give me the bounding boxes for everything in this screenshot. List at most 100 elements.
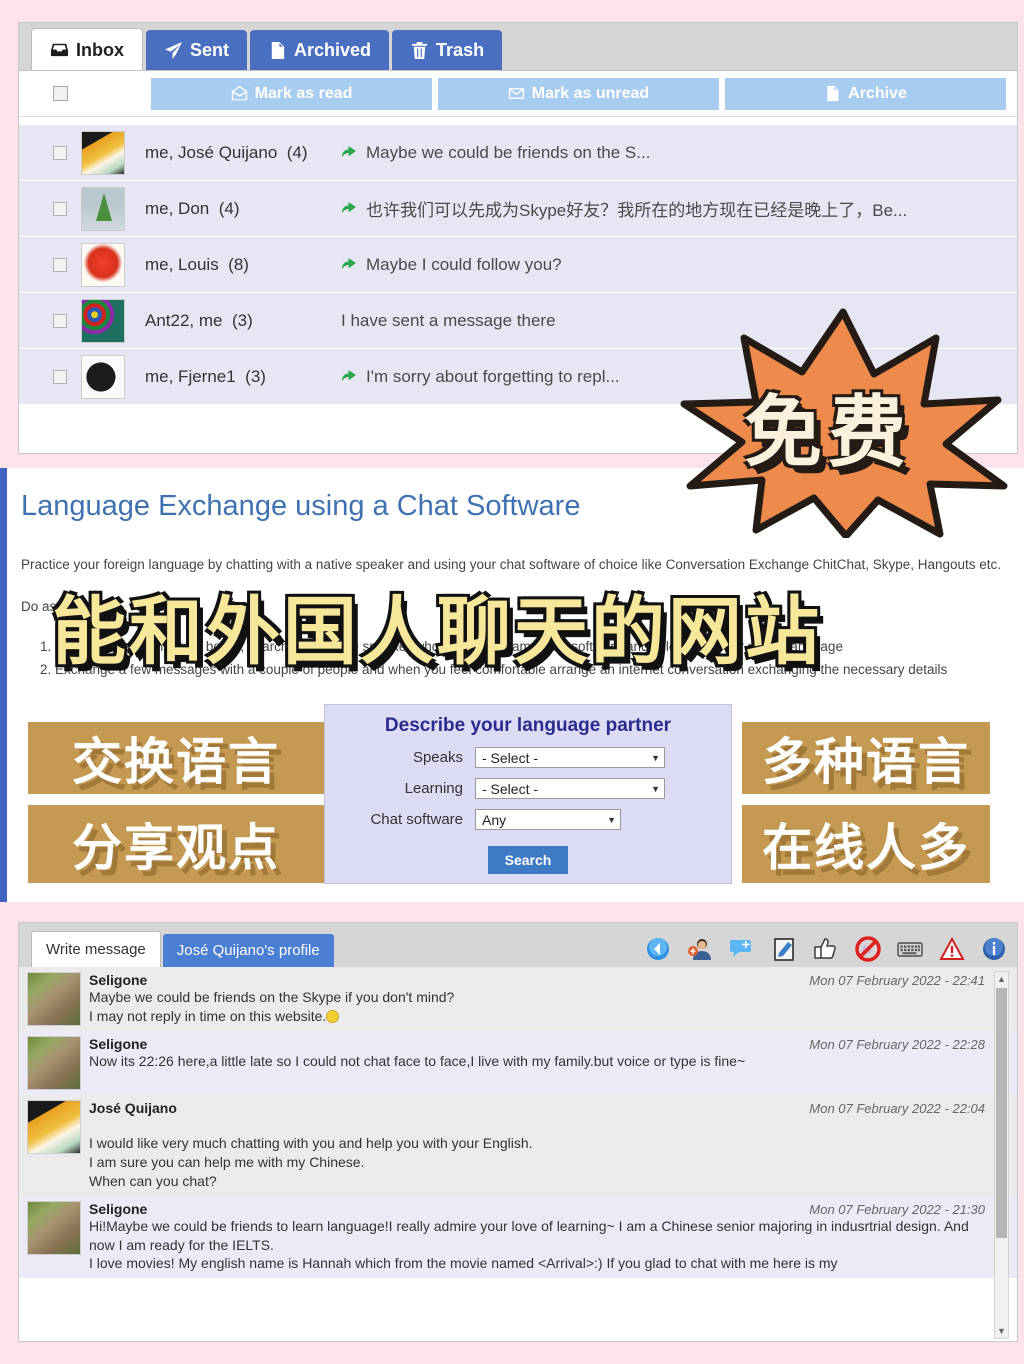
message-line-text: I may not reply in time on this website. — [89, 1007, 327, 1024]
row-checkbox[interactable] — [53, 313, 67, 328]
row-preview: 也许我们可以先成为Skype好友？我所在的地方现在已经是晚上了，Be... — [341, 196, 907, 221]
message-line: Now its 22:26 here,a little late so I co… — [89, 1053, 746, 1069]
reply-arrow-icon — [341, 369, 358, 384]
learning-label: Learning — [404, 780, 463, 797]
table-row[interactable]: me, Don (4) 也许我们可以先成为Skype好友？我所在的地方现在已经是… — [19, 181, 1017, 237]
chat-software-row: Chat software Any ▼ — [325, 809, 731, 830]
report-warning-icon[interactable] — [939, 936, 965, 962]
tab-inbox-label: Inbox — [76, 39, 124, 60]
tab-user-profile[interactable]: José Quijano's profile — [162, 934, 334, 967]
mark-as-read-button[interactable]: Mark as read — [150, 76, 433, 111]
scrollbar-thumb[interactable] — [996, 988, 1007, 1238]
tab-archived-label: Archived — [294, 40, 372, 60]
avatar — [81, 354, 125, 399]
conversation-panel: Write message José Quijano's profile Sel… — [18, 922, 1018, 1342]
band-sticker-2: 分享观点 — [28, 805, 324, 883]
tab-trash[interactable]: Trash — [392, 30, 503, 70]
preview-text: Maybe we could be friends on the S... — [366, 142, 651, 162]
participants-text: Ant22, me — [145, 310, 223, 330]
tab-archived[interactable]: Archived — [250, 30, 390, 70]
search-partner-form: Describe your language partner Speaks - … — [324, 704, 732, 884]
message-timestamp: Mon 07 February 2022 - 22:41 — [809, 973, 985, 988]
chevron-down-icon: ▼ — [607, 814, 616, 825]
preview-text: I have sent a message there — [341, 310, 556, 330]
scroll-up-icon[interactable]: ▲ — [995, 972, 1008, 986]
mark-as-unread-button[interactable]: Mark as unread — [437, 76, 720, 111]
avatar — [81, 298, 125, 343]
band-sticker-1-text: 交换语言 — [72, 733, 280, 791]
band-sticker-4-text: 在线人多 — [762, 819, 970, 877]
add-chat-icon[interactable] — [729, 936, 755, 962]
scroll-down-icon[interactable]: ▼ — [995, 1324, 1008, 1338]
back-arrow-icon[interactable] — [645, 936, 671, 962]
message-count: (3) — [231, 310, 253, 330]
search-button[interactable]: Search — [488, 846, 568, 874]
keyboard-icon[interactable] — [897, 936, 923, 962]
chat-software-value: Any — [482, 811, 507, 828]
reply-arrow-icon — [341, 145, 358, 160]
row-checkbox[interactable] — [53, 257, 67, 272]
row-checkbox[interactable] — [53, 201, 67, 216]
conversation-toolbar — [645, 936, 1007, 967]
message-timestamp: Mon 07 February 2022 - 22:28 — [809, 1037, 985, 1052]
chat-software-label: Chat software — [370, 811, 463, 828]
message-count: (4) — [218, 198, 240, 218]
avatar — [27, 972, 81, 1026]
row-preview: Maybe I could follow you? — [341, 255, 562, 275]
preview-text: 也许我们可以先成为Skype好友？我所在的地方现在已经是晚上了，Be... — [366, 201, 908, 220]
table-row[interactable]: me, Louis (8) Maybe I could follow you? — [19, 237, 1017, 293]
chat-software-select[interactable]: Any ▼ — [475, 809, 621, 830]
tab-sent[interactable]: Sent — [146, 30, 248, 70]
table-row[interactable]: Ant22, me (3) I have sent a message ther… — [19, 293, 1017, 349]
info-icon[interactable] — [981, 936, 1007, 962]
table-row[interactable]: me, José Quijano (4) Maybe we could be f… — [19, 125, 1017, 181]
message-line: I am sure you can help me with my Chines… — [89, 1153, 365, 1170]
tab-inbox[interactable]: Inbox — [31, 28, 143, 70]
message-count: (8) — [228, 254, 249, 274]
band-sticker-3-text: 多种语言 — [762, 733, 970, 791]
avatar — [27, 1100, 81, 1154]
edit-note-icon[interactable] — [771, 936, 797, 962]
list-item: Seligone Maybe we could be friends on th… — [19, 967, 1017, 1031]
list-item: José Quijano I would like very much chat… — [19, 1095, 1017, 1196]
envelope-closed-icon — [508, 85, 525, 102]
row-preview: I have sent a message there — [341, 311, 556, 331]
tab-write-message[interactable]: Write message — [31, 931, 161, 967]
speaks-select[interactable]: - Select - ▼ — [475, 747, 665, 768]
row-checkbox[interactable] — [53, 145, 67, 160]
conversation-messages: Seligone Maybe we could be friends on th… — [19, 967, 1017, 1341]
file-archive-icon — [824, 85, 841, 102]
conversation-tab-bar: Write message José Quijano's profile — [19, 923, 1017, 967]
band-sticker-4: 在线人多 — [742, 805, 990, 883]
row-checkbox[interactable] — [53, 369, 67, 384]
tab-sent-label: Sent — [190, 40, 230, 60]
learning-select[interactable]: - Select - ▼ — [475, 778, 665, 799]
archive-button[interactable]: Archive — [724, 76, 1007, 111]
band-sticker-1: 交换语言 — [28, 722, 324, 794]
message-list: me, José Quijano (4) Maybe we could be f… — [19, 117, 1017, 405]
add-friend-icon[interactable] — [687, 936, 713, 962]
chevron-down-icon: ▼ — [651, 752, 660, 763]
participants-text: me, Louis — [145, 254, 219, 274]
participants-text: me, José Quijano — [145, 142, 278, 162]
learning-row: Learning - Select - ▼ — [325, 778, 731, 799]
select-all-checkbox[interactable] — [53, 86, 68, 101]
envelope-open-icon — [231, 85, 248, 102]
avatar — [27, 1036, 81, 1090]
chevron-down-icon: ▼ — [651, 783, 660, 794]
speaks-label: Speaks — [412, 749, 463, 766]
block-user-icon[interactable] — [855, 936, 881, 962]
scrollbar[interactable]: ▲ ▼ — [994, 971, 1009, 1339]
thumbs-up-icon[interactable] — [813, 936, 839, 962]
message-line: Maybe we could be friends on the Skype i… — [89, 989, 455, 1005]
message-count: (4) — [286, 142, 308, 162]
avatar — [81, 186, 125, 231]
avatar — [81, 130, 125, 175]
message-line: I love movies! My english name is Hannah… — [89, 1255, 838, 1272]
row-participants: me, Fjerne1 (3) — [145, 367, 341, 387]
file-archive-icon — [268, 41, 287, 60]
reply-arrow-icon — [341, 201, 358, 216]
row-participants: Ant22, me (3) — [145, 311, 341, 331]
search-form-title: Describe your language partner — [384, 715, 672, 736]
